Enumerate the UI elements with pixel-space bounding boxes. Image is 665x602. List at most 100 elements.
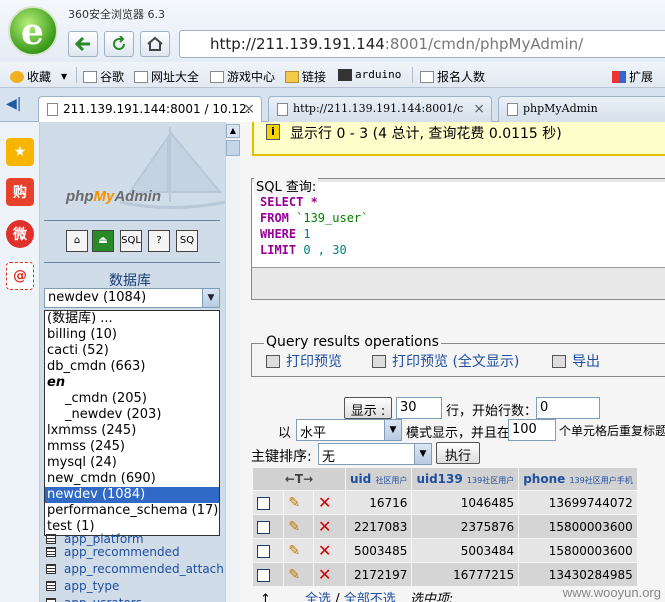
tab-close-icon[interactable]: × xyxy=(243,101,255,117)
column-header-uid139[interactable]: uid139 139社区用户 xyxy=(412,468,519,490)
database-dropdown-list[interactable]: (数据库) ... billing (10) cacti (52) db_cmdn (… xyxy=(44,310,220,536)
delete-x-icon[interactable]: ✕ xyxy=(318,517,331,536)
table-link[interactable]: app_type xyxy=(46,579,119,593)
sidebar-toggle-icon[interactable]: ◀| xyxy=(6,96,30,116)
database-option[interactable]: en xyxy=(45,375,219,391)
uncheck-all-link[interactable]: 全部不选 xyxy=(344,592,396,602)
phpmyadmin-logo[interactable]: phpMyAdmin xyxy=(66,188,161,205)
weibo-icon[interactable]: 微 xyxy=(6,220,34,248)
checkbox[interactable] xyxy=(257,544,270,558)
column-header-uid[interactable]: uid 社区用户 xyxy=(346,468,412,490)
arrow-left-icon xyxy=(75,37,90,51)
delete-x-icon[interactable]: ✕ xyxy=(318,541,331,560)
home-button[interactable] xyxy=(140,31,170,57)
bookmark-google[interactable]: 谷歌 xyxy=(83,68,124,85)
bookmark-site-directory[interactable]: 网址大全 xyxy=(134,68,199,85)
display-mode-select[interactable]: 水平 ▼ xyxy=(296,419,402,441)
table-link[interactable]: app_recommended_attach xyxy=(46,562,224,576)
database-option[interactable]: newdev (1084) xyxy=(45,487,219,503)
start-row-input[interactable]: 0 xyxy=(536,397,600,419)
tab-phpmyadmin[interactable]: phpMyAdmin xyxy=(498,96,665,122)
database-option[interactable]: _cmdn (205) xyxy=(45,391,219,407)
pencil-edit-icon[interactable]: ✎ xyxy=(288,519,300,535)
tab-close-icon[interactable]: × xyxy=(473,101,485,117)
home-icon xyxy=(147,36,163,51)
sql-query-icon[interactable]: SQL xyxy=(120,230,142,252)
bookmark-arduino[interactable]: arduino xyxy=(338,68,401,81)
delete-x-icon[interactable]: ✕ xyxy=(318,493,331,512)
edit-row[interactable]: ✎ xyxy=(284,563,313,586)
scroll-up-icon[interactable]: ▲ xyxy=(226,124,240,138)
cell-uid139: 1046485 xyxy=(412,491,519,514)
table-link[interactable]: app_recommended xyxy=(46,545,180,559)
help-icon[interactable]: ? xyxy=(148,230,170,252)
bookmark-signup-count[interactable]: 报名人数 xyxy=(420,68,485,85)
delete-row[interactable]: ✕ xyxy=(313,515,345,538)
database-select[interactable]: newdev (1084) ▼ xyxy=(44,288,220,308)
export-link[interactable]: 导出 xyxy=(552,351,600,371)
database-option[interactable]: performance_schema (17) xyxy=(45,503,219,519)
column-header-phone[interactable]: phone 139社区用户手机 xyxy=(519,468,637,490)
table-row: ✎ ✕ 2217083 2375876 15800003600 xyxy=(253,515,637,538)
table-icon xyxy=(46,598,56,602)
row-checkbox[interactable] xyxy=(253,563,284,586)
favorites-star-icon[interactable]: ★ xyxy=(6,138,34,166)
execute-button[interactable]: 执行 xyxy=(436,442,480,464)
checkbox[interactable] xyxy=(257,520,270,534)
extensions-button[interactable]: 扩展 xyxy=(612,68,653,85)
database-option[interactable]: new_cmdn (690) xyxy=(45,471,219,487)
address-bar[interactable]: http://211.139.191.144:8001/cmdn/phpMyAd… xyxy=(179,30,665,58)
pencil-edit-icon[interactable]: ✎ xyxy=(288,567,300,583)
checkbox[interactable] xyxy=(257,568,270,582)
row-checkbox[interactable] xyxy=(253,539,284,562)
print-view-link[interactable]: 打印预览 xyxy=(266,351,342,371)
repeat-header-input[interactable]: 100 xyxy=(508,419,556,441)
rows-input[interactable]: 30 xyxy=(396,397,442,419)
edit-row[interactable]: ✎ xyxy=(284,539,313,562)
database-option[interactable]: lxmmss (245) xyxy=(45,423,219,439)
back-button[interactable] xyxy=(68,31,98,57)
bookmark-game-center[interactable]: 游戏中心 xyxy=(210,68,275,85)
chevron-down-icon[interactable]: ▼ xyxy=(202,289,219,307)
sort-select[interactable]: 无 ▼ xyxy=(318,443,432,465)
bookmark-links[interactable]: 链接 xyxy=(285,68,326,85)
column-nav-arrows[interactable]: ←T→ xyxy=(253,468,345,490)
tab-cmdn[interactable]: http://211.139.191.144:8001/c × xyxy=(268,96,492,122)
table-row: ✎ ✕ 5003485 5003484 15800003600 xyxy=(253,539,637,562)
edit-row[interactable]: ✎ xyxy=(284,491,313,514)
table-icon xyxy=(46,581,56,591)
refresh-button[interactable] xyxy=(104,31,134,57)
show-button[interactable]: 显示 : xyxy=(344,397,392,419)
row-checkbox[interactable] xyxy=(253,491,284,514)
edit-row[interactable]: ✎ xyxy=(284,515,313,538)
print-view-full-link[interactable]: 打印预览 (全文显示) xyxy=(372,351,519,371)
table-link[interactable]: app_platform xyxy=(46,532,144,546)
tab-phpmyadmin-active[interactable]: 211.139.191.144:8001 / 10.12. × xyxy=(38,96,262,123)
sql-docs-icon[interactable]: SQ xyxy=(176,230,198,252)
row-checkbox[interactable] xyxy=(253,515,284,538)
delete-row[interactable]: ✕ xyxy=(313,539,345,562)
email-at-icon[interactable]: @ xyxy=(6,262,34,290)
nav-scrollbar[interactable]: ▲ xyxy=(225,122,240,602)
bookmark-favorites[interactable]: 收藏 ▼ xyxy=(10,68,67,85)
shopping-bag-icon[interactable]: 购 xyxy=(6,178,34,206)
delete-row[interactable]: ✕ xyxy=(313,563,345,586)
scroll-thumb[interactable] xyxy=(226,140,240,156)
pencil-edit-icon[interactable]: ✎ xyxy=(288,543,300,559)
delete-row[interactable]: ✕ xyxy=(313,491,345,514)
database-option[interactable]: mysql (24) xyxy=(45,455,219,471)
exit-icon[interactable]: ⏏ xyxy=(92,230,114,252)
chevron-down-icon: ▼ xyxy=(384,420,401,440)
delete-x-icon[interactable]: ✕ xyxy=(318,565,331,584)
database-option[interactable]: mmss (245) xyxy=(45,439,219,455)
database-option[interactable]: billing (10) xyxy=(45,327,219,343)
checkbox[interactable] xyxy=(257,496,270,510)
database-option[interactable]: (数据库) ... xyxy=(45,311,219,327)
pencil-edit-icon[interactable]: ✎ xyxy=(288,495,300,511)
database-option[interactable]: cacti (52) xyxy=(45,343,219,359)
check-all-link[interactable]: 全选 xyxy=(305,592,331,602)
database-option[interactable]: _newdev (203) xyxy=(45,407,219,423)
database-option[interactable]: db_cmdn (663) xyxy=(45,359,219,375)
table-link[interactable]: app_usrators xyxy=(46,596,142,602)
home-icon[interactable]: ⌂ xyxy=(66,230,88,252)
